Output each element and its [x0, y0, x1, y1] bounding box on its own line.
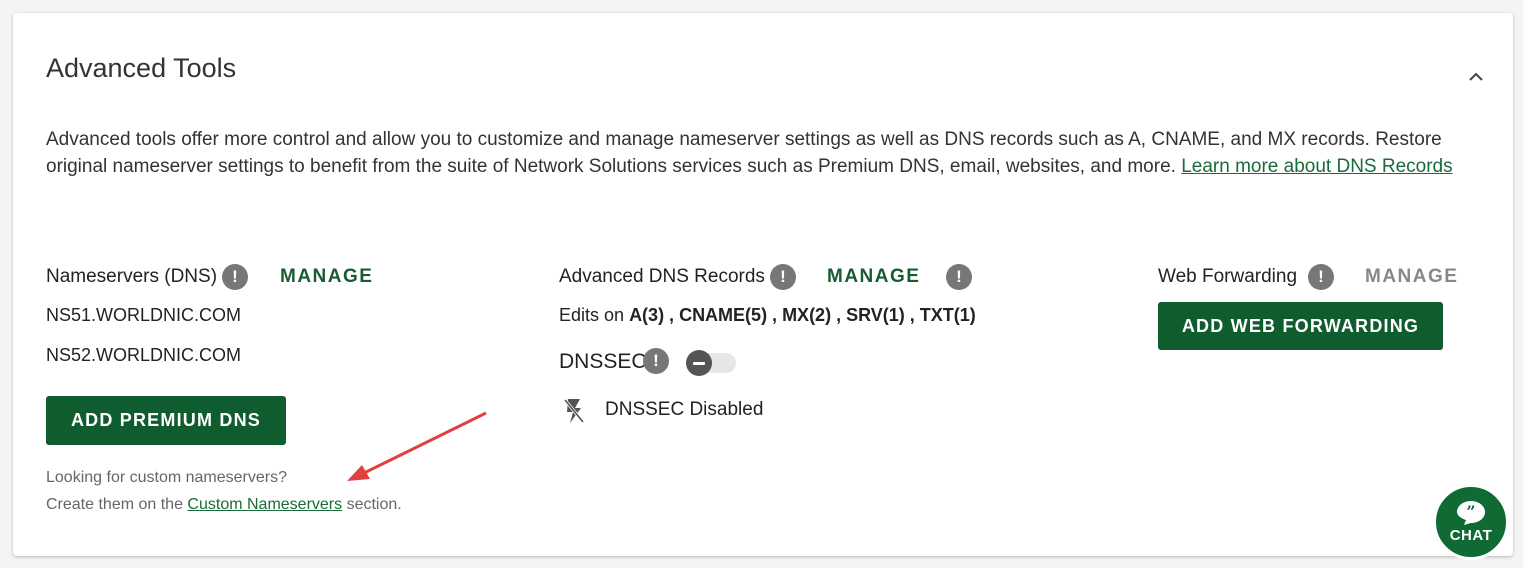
- section-description: Advanced tools offer more control and al…: [46, 126, 1486, 180]
- advanced-tools-card: Advanced Tools Advanced tools offer more…: [13, 13, 1513, 556]
- learn-more-dns-records-link[interactable]: Learn more about DNS Records: [1181, 156, 1452, 177]
- web-forwarding-info-icon[interactable]: !: [1308, 264, 1334, 290]
- dnssec-toggle[interactable]: [686, 350, 736, 376]
- nameservers-label: Nameservers (DNS): [46, 266, 218, 287]
- flash-off-icon: [563, 399, 585, 423]
- dns-records-manage-link[interactable]: MANAGE: [827, 266, 920, 288]
- nameserver-2: NS52.WORLDNIC.COM: [46, 345, 242, 365]
- add-web-forwarding-button[interactable]: ADD WEB FORWARDING: [1158, 302, 1443, 350]
- annotation-arrow: [347, 411, 487, 481]
- dnssec-status: DNSSEC Disabled: [605, 399, 764, 420]
- web-forwarding-manage-link[interactable]: MANAGE: [1365, 266, 1458, 288]
- hint-suffix: section.: [346, 496, 402, 513]
- chevron-up-icon[interactable]: [1465, 65, 1487, 87]
- chat-button[interactable]: ” CHAT: [1433, 484, 1509, 560]
- custom-nameservers-hint: Looking for custom nameservers?: [46, 469, 287, 486]
- dns-records-warning-icon[interactable]: !: [946, 264, 972, 290]
- advanced-dns-records-label: Advanced DNS Records: [559, 266, 765, 287]
- toggle-knob: [686, 350, 712, 376]
- dnssec-info-icon[interactable]: !: [643, 348, 669, 374]
- dns-edits-summary: Edits on A(3) , CNAME(5) , MX(2) , SRV(1…: [559, 305, 976, 326]
- chat-label: CHAT: [1449, 527, 1493, 544]
- dnssec-label: DNSSEC: [559, 350, 647, 373]
- nameservers-manage-link[interactable]: MANAGE: [280, 266, 373, 288]
- dns-records-info-icon[interactable]: !: [770, 264, 796, 290]
- nameserver-1: NS51.WORLDNIC.COM: [46, 305, 242, 325]
- hint-prefix: Create them on the: [46, 496, 183, 513]
- chat-bubble-icon: ”: [1457, 501, 1485, 525]
- nameservers-info-icon[interactable]: !: [222, 264, 248, 290]
- edits-prefix: Edits on: [559, 305, 625, 325]
- edits-values: A(3) , CNAME(5) , MX(2) , SRV(1) , TXT(1…: [629, 305, 976, 325]
- svg-text:”: ”: [1466, 502, 1475, 521]
- add-premium-dns-button[interactable]: ADD PREMIUM DNS: [46, 396, 286, 445]
- web-forwarding-label: Web Forwarding: [1158, 266, 1298, 287]
- custom-nameservers-hint-line2: Create them on the Custom Nameservers se…: [46, 496, 402, 514]
- custom-nameservers-link[interactable]: Custom Nameservers: [187, 496, 342, 513]
- section-title: Advanced Tools: [46, 53, 237, 83]
